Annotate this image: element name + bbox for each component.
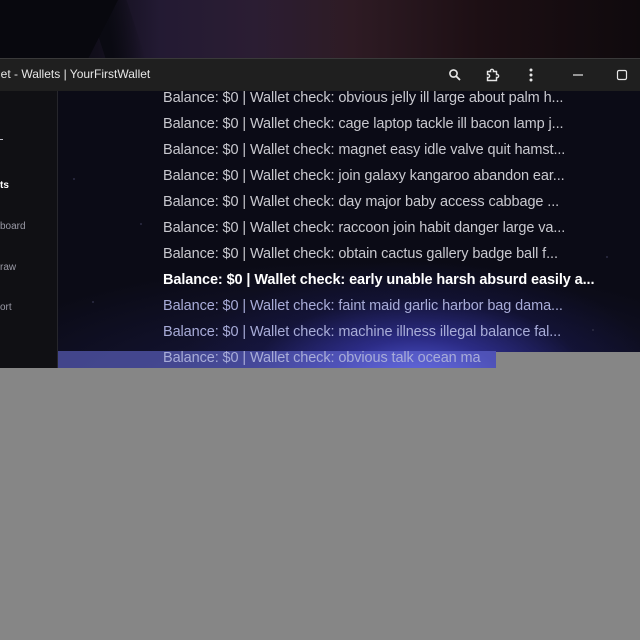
extensions-button[interactable] xyxy=(482,59,504,91)
browser-menu-button[interactable] xyxy=(520,59,542,91)
background-star xyxy=(92,301,94,303)
maximize-button[interactable] xyxy=(610,59,634,91)
wallet-row[interactable]: Balance: $0 | Wallet check: obtain cactu… xyxy=(163,246,558,262)
magnifier-icon xyxy=(449,69,461,81)
wallet-row[interactable]: Balance: $0 | Wallet check: day major ba… xyxy=(163,194,559,210)
sidebar-top-marker xyxy=(0,139,3,140)
wallet-row[interactable]: Balance: $0 | Wallet check: machine illn… xyxy=(163,324,561,340)
puzzle-icon xyxy=(486,68,500,82)
minimize-button[interactable] xyxy=(566,59,590,91)
sidebar: ts board raw ort xyxy=(0,91,58,368)
background-star xyxy=(592,329,594,331)
wallet-row[interactable]: Balance: $0 | Wallet check: obvious jell… xyxy=(163,91,563,106)
wallet-row[interactable]: Balance: $0 | Wallet check: raccoon join… xyxy=(163,220,565,236)
wallet-list: Balance: $0 | Wallet check: obvious jell… xyxy=(58,91,640,368)
screenshot-region: let - Wallets | YourFirstWallet ts board… xyxy=(0,0,640,368)
wallet-row[interactable]: Balance: $0 | Wallet check: magnet easy … xyxy=(163,142,565,158)
background-star xyxy=(140,223,142,225)
kebab-menu-icon xyxy=(529,68,533,82)
wallet-row[interactable]: Balance: $0 | Wallet check: faint maid g… xyxy=(163,298,563,314)
background-star xyxy=(606,256,608,258)
redacted-area xyxy=(0,368,640,640)
background-star xyxy=(73,178,75,180)
sidebar-item-withdraw[interactable]: raw xyxy=(0,262,16,273)
wallet-row[interactable]: Balance: $0 | Wallet check: early unable… xyxy=(163,272,595,288)
window-titlebar[interactable]: let - Wallets | YourFirstWallet xyxy=(0,58,640,91)
wallet-row[interactable]: Balance: $0 | Wallet check: cage laptop … xyxy=(163,116,564,132)
wallet-row[interactable]: Balance: $0 | Wallet check: obvious talk… xyxy=(163,350,481,366)
sidebar-item-support[interactable]: ort xyxy=(0,302,12,313)
sidebar-item-dashboard[interactable]: board xyxy=(0,221,26,232)
wallet-row[interactable]: Balance: $0 | Wallet check: join galaxy … xyxy=(163,168,565,184)
sidebar-item-wallets[interactable]: ts xyxy=(0,180,9,191)
maximize-icon xyxy=(616,69,628,81)
zoom-button[interactable] xyxy=(444,59,466,91)
minimize-icon xyxy=(573,74,583,76)
desktop-wallpaper xyxy=(0,0,640,58)
window-title: let - Wallets | YourFirstWallet xyxy=(0,67,151,81)
redacted-overlay xyxy=(496,352,640,368)
